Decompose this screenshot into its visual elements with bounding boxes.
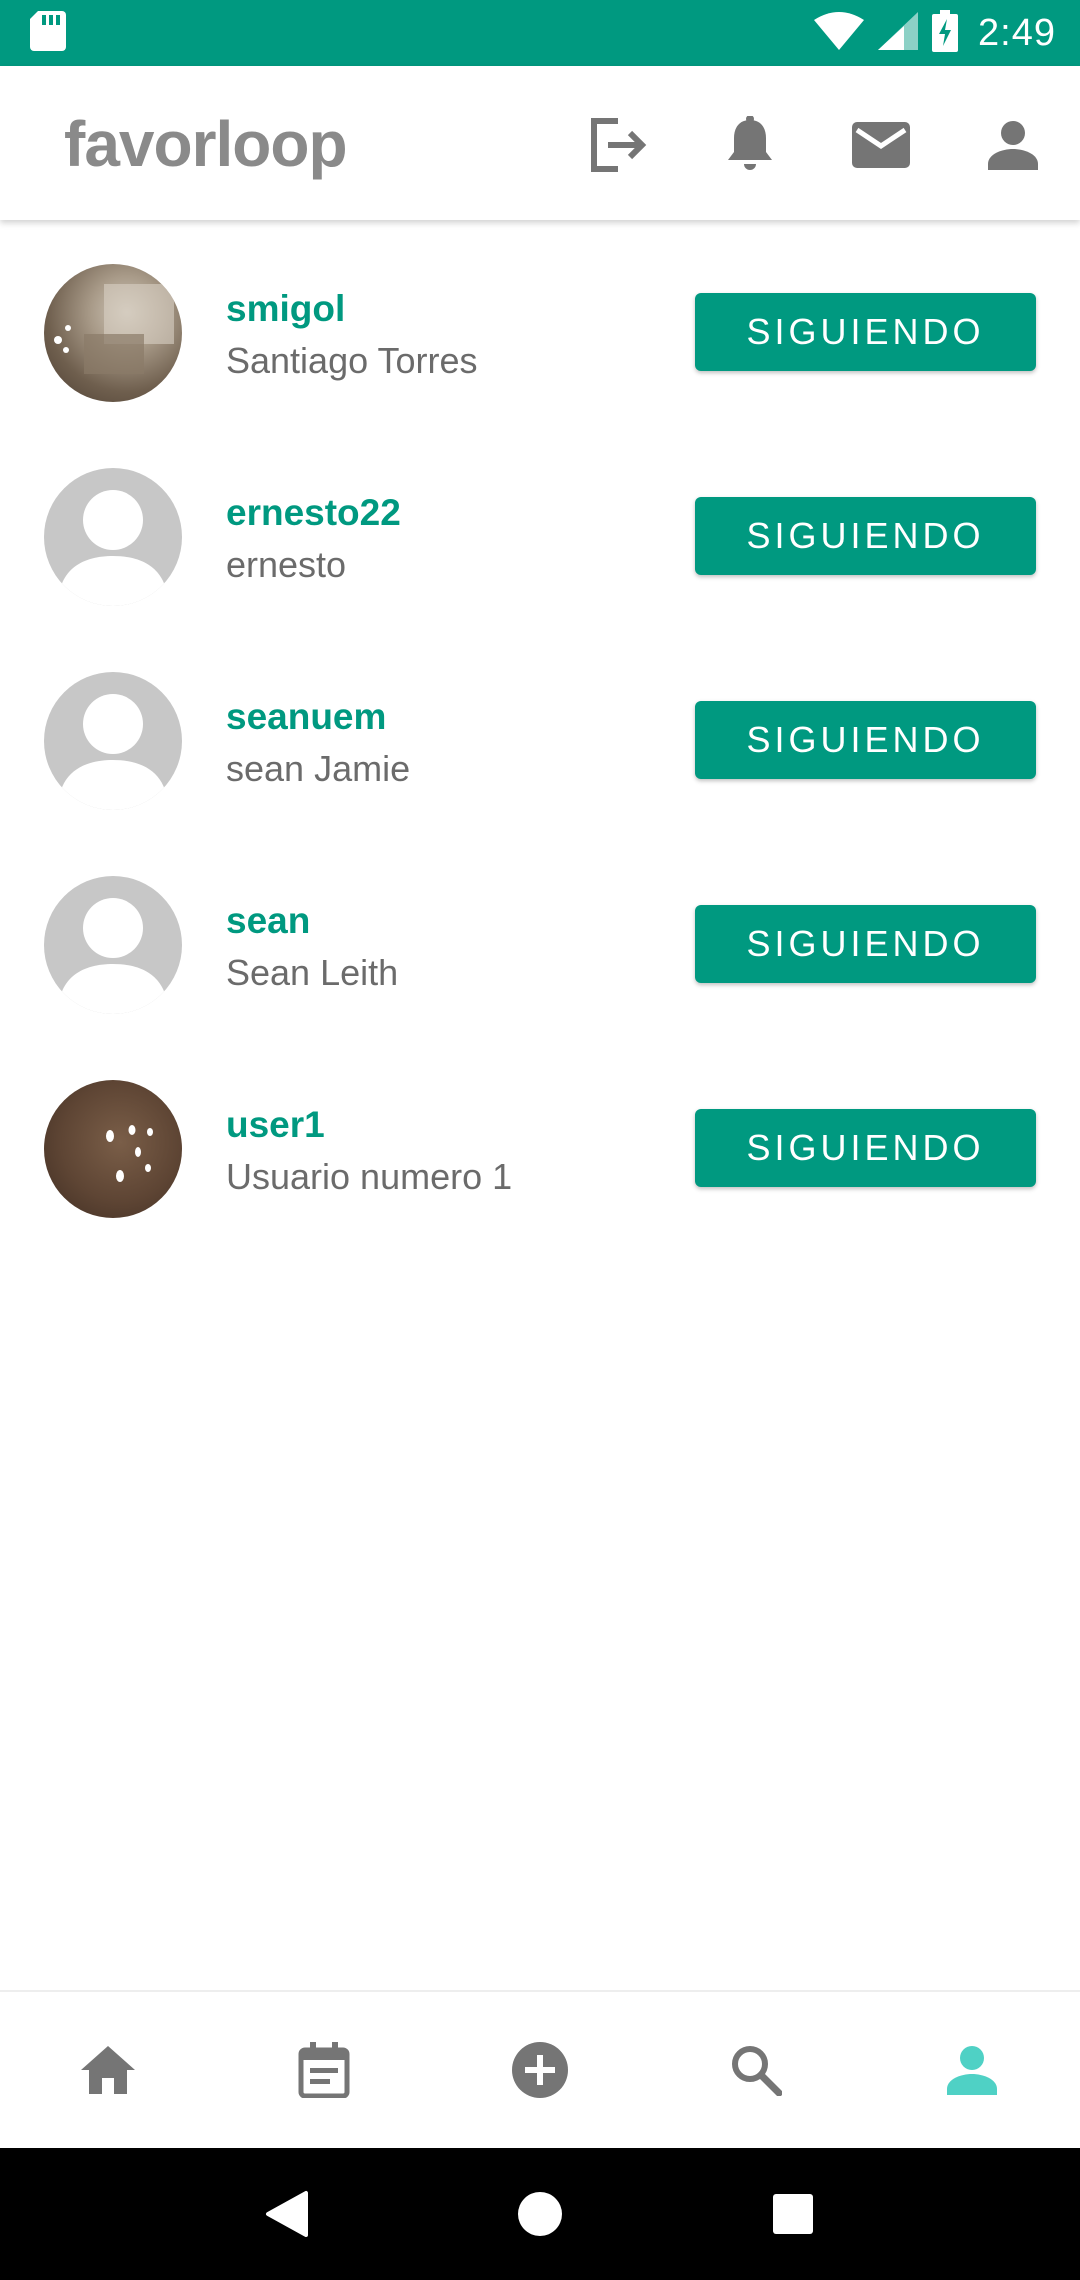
username[interactable]: smigol [226, 288, 345, 330]
status-bar: 2:49 [0, 0, 1080, 66]
full-name: Santiago Torres [226, 340, 478, 381]
avatar[interactable] [44, 1080, 182, 1218]
bottom-nav [0, 1990, 1080, 2148]
back-icon[interactable] [242, 2169, 332, 2259]
following-button[interactable]: SIGUIENDO [695, 497, 1036, 575]
username[interactable]: ernesto22 [226, 492, 401, 534]
home-circle-icon[interactable] [495, 2169, 585, 2259]
app-logo: favorloop [64, 104, 348, 184]
username[interactable]: seanuem [226, 696, 386, 738]
list-item[interactable]: user1 Usuario numero 1 SIGUIENDO [0, 1036, 1080, 1240]
avatar[interactable] [44, 876, 182, 1014]
avatar[interactable] [44, 468, 182, 606]
recents-icon[interactable] [748, 2169, 838, 2259]
list-item[interactable]: sean Sean Leith SIGUIENDO [0, 832, 1080, 1036]
app-header: favorloop [0, 66, 1080, 220]
signal-icon [878, 11, 919, 55]
following-button[interactable]: SIGUIENDO [695, 293, 1036, 371]
full-name: Usuario numero 1 [226, 1156, 513, 1197]
username[interactable]: sean [226, 900, 310, 942]
avatar[interactable] [44, 672, 182, 810]
following-list: smigol Santiago Torres SIGUIENDO ernesto… [0, 220, 1080, 1240]
list-item[interactable]: ernesto22 ernesto SIGUIENDO [0, 424, 1080, 628]
status-right: 2:49 [814, 9, 1056, 57]
full-name: ernesto [226, 544, 347, 585]
search-icon[interactable] [696, 2010, 816, 2130]
add-circle-icon[interactable] [480, 2010, 600, 2130]
mail-icon[interactable] [846, 110, 916, 180]
profile-icon[interactable] [978, 110, 1048, 180]
username[interactable]: user1 [226, 1104, 325, 1146]
wifi-icon [814, 11, 865, 55]
status-time: 2:49 [978, 11, 1056, 54]
following-button[interactable]: SIGUIENDO [695, 905, 1036, 983]
following-button[interactable]: SIGUIENDO [695, 701, 1036, 779]
logo-text: favorloop [64, 108, 348, 180]
system-nav-bar [0, 2148, 1080, 2280]
home-icon[interactable] [48, 2010, 168, 2130]
status-left [30, 10, 66, 56]
battery-charging-icon [932, 9, 959, 57]
logout-icon[interactable] [583, 110, 653, 180]
full-name: sean Jamie [226, 748, 411, 789]
avatar[interactable] [44, 264, 182, 402]
list-item[interactable]: smigol Santiago Torres SIGUIENDO [0, 220, 1080, 424]
bell-icon[interactable] [715, 110, 785, 180]
following-button[interactable]: SIGUIENDO [695, 1109, 1036, 1187]
calendar-icon[interactable] [264, 2010, 384, 2130]
person-icon[interactable] [912, 2010, 1032, 2130]
sd-card-icon [30, 10, 66, 56]
full-name: Sean Leith [226, 952, 399, 993]
list-item[interactable]: seanuem sean Jamie SIGUIENDO [0, 628, 1080, 832]
